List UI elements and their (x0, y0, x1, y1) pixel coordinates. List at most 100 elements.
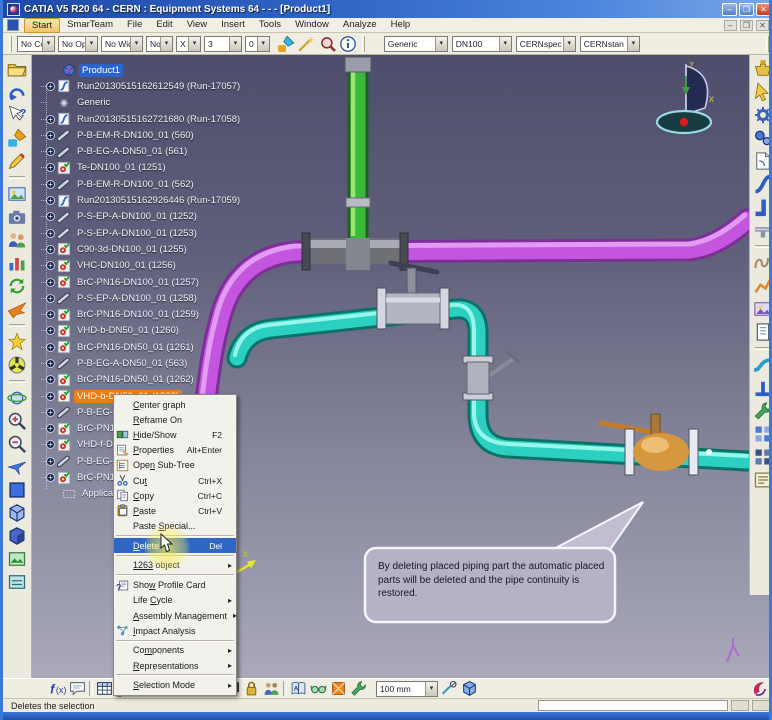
expand-icon[interactable] (46, 228, 55, 238)
expand-icon[interactable] (46, 456, 55, 466)
view-teal-icon[interactable] (7, 572, 27, 592)
combo-box[interactable]: No Wid (101, 35, 143, 52)
doc-icon[interactable] (753, 322, 770, 342)
painter-icon[interactable] (277, 35, 295, 53)
context-menu-item[interactable]: Paste Ctrl+V (114, 503, 236, 518)
paint-icon[interactable] (7, 128, 27, 148)
context-menu-item[interactable]: Hide/Show F2 (114, 427, 236, 442)
chart-icon[interactable] (7, 253, 27, 273)
fitting-icon[interactable] (753, 220, 769, 240)
wizard-icon[interactable] (297, 35, 315, 53)
toolbar-grip[interactable] (361, 35, 365, 52)
combo-box[interactable]: No Col (17, 35, 55, 52)
context-menu-item[interactable]: Cut Ctrl+X (114, 473, 236, 488)
expand-icon[interactable] (46, 342, 55, 352)
combo-box[interactable]: 0 (245, 35, 270, 52)
info-icon[interactable] (339, 35, 357, 53)
context-menu-item[interactable]: Assembly Management (114, 608, 236, 623)
power-input[interactable] (538, 700, 728, 711)
expand-icon[interactable] (46, 212, 55, 222)
table-icon[interactable] (96, 680, 113, 697)
context-menu-item[interactable]: Components (114, 643, 236, 658)
iso-view-icon[interactable] (7, 503, 27, 523)
star-icon[interactable] (7, 332, 27, 352)
toolbar-separator[interactable] (9, 176, 25, 179)
window-button[interactable] (739, 2, 754, 16)
pipe-s-icon[interactable] (753, 174, 769, 194)
photo-icon[interactable] (753, 299, 769, 319)
render-style-icon[interactable] (7, 526, 27, 546)
toolbar-separator[interactable] (754, 245, 769, 248)
combo-box[interactable]: Generic (383, 35, 448, 52)
mdi-button[interactable] (740, 19, 753, 31)
dropdown-arrow-icon[interactable] (42, 36, 54, 51)
bubble-icon[interactable] (69, 680, 86, 697)
menu-item[interactable]: Tools (252, 18, 288, 33)
combo-box[interactable]: No Line (146, 35, 173, 52)
expand-icon[interactable] (46, 391, 55, 401)
pipe-run-icon[interactable] (753, 355, 769, 375)
expand-icon[interactable] (46, 310, 55, 320)
tree-item[interactable]: P-B-EM-R-DN100_01 (560) (41, 127, 251, 143)
search-icon[interactable] (319, 35, 337, 53)
context-menu-item[interactable]: Open Sub-Tree (114, 458, 236, 473)
dropdown-arrow-icon[interactable] (562, 36, 575, 51)
expand-icon[interactable] (46, 440, 55, 450)
combo-box[interactable]: CERNstan (579, 35, 640, 52)
toolbar-separator[interactable] (89, 681, 93, 696)
route-icon[interactable] (753, 276, 769, 296)
robot-indicator[interactable] (726, 638, 740, 663)
expand-icon[interactable] (46, 244, 55, 254)
tree-item[interactable]: P-B-EG-A-DN50_01 (561) (41, 143, 251, 159)
tree-item[interactable]: Product1 (41, 62, 251, 78)
rotate-icon[interactable] (7, 276, 27, 296)
hazard-icon[interactable] (7, 355, 27, 375)
fx-icon[interactable]: f (x) (49, 680, 66, 697)
menu-item[interactable]: Analyze (336, 18, 384, 33)
select-icon[interactable] (753, 82, 770, 102)
menu-item[interactable]: Insert (214, 18, 252, 33)
tree-item[interactable]: VHC-DN100_01 (1256) (41, 258, 251, 274)
expand-icon[interactable] (46, 424, 55, 434)
tree-item[interactable]: VHD-b-DN50_01 (1260) (41, 323, 251, 339)
spiral-icon[interactable] (753, 253, 770, 273)
menu-item[interactable]: Edit (149, 18, 179, 33)
orbit-icon[interactable] (7, 388, 27, 408)
toolbar-separator[interactable] (754, 347, 769, 350)
view-green-icon[interactable] (7, 549, 27, 569)
combo-box[interactable]: No Opa (58, 35, 98, 52)
context-menu-item[interactable]: Impact Analysis (114, 623, 236, 638)
normal-view-icon[interactable] (7, 480, 27, 500)
dropdown-arrow-icon[interactable] (425, 681, 437, 696)
pipe-elbow-icon[interactable] (753, 197, 770, 217)
dropdown-arrow-icon[interactable] (434, 36, 447, 51)
tree-item[interactable]: BrC-PN16-DN100_01 (1259) (41, 306, 251, 322)
tree-item[interactable]: P-S-EP-A-DN100_01 (1252) (41, 209, 251, 225)
people-icon[interactable] (7, 230, 27, 250)
wrench-icon[interactable] (350, 680, 367, 697)
toolbar-separator[interactable] (9, 324, 25, 327)
fly-icon[interactable] (7, 457, 27, 477)
catalog-icon[interactable]: A (290, 680, 307, 697)
dropdown-arrow-icon[interactable] (498, 36, 511, 51)
dropdown-arrow-icon[interactable] (229, 36, 241, 51)
wrench-icon[interactable] (753, 401, 769, 421)
context-menu-item[interactable]: ? Show Profile Card (114, 578, 236, 593)
menu-item[interactable]: SmarTeam (60, 18, 120, 33)
dimension-combo[interactable]: 100 mm (376, 680, 438, 697)
title-bar[interactable]: CATIA V5 R20 64 - CERN : Equipment Syste… (3, 0, 769, 18)
context-menu-item[interactable]: Reframe On (114, 412, 236, 427)
dropdown-arrow-icon[interactable] (130, 36, 142, 51)
image-icon[interactable] (7, 184, 27, 204)
gate-valve[interactable] (376, 260, 450, 330)
expand-icon[interactable] (46, 407, 55, 417)
tree-item[interactable]: Te-DN100_01 (1251) (41, 160, 251, 176)
expand-icon[interactable] (46, 114, 55, 124)
sheet-icon[interactable] (753, 470, 769, 490)
cube-icon[interactable] (461, 680, 478, 697)
tree-item[interactable]: C90-3d-DN100_01 (1255) (41, 241, 251, 257)
tree-item[interactable]: Generic (41, 95, 251, 111)
lock-icon[interactable] (243, 680, 260, 697)
zoom-in-icon[interactable] (7, 411, 27, 431)
snap-icon[interactable] (441, 680, 458, 697)
